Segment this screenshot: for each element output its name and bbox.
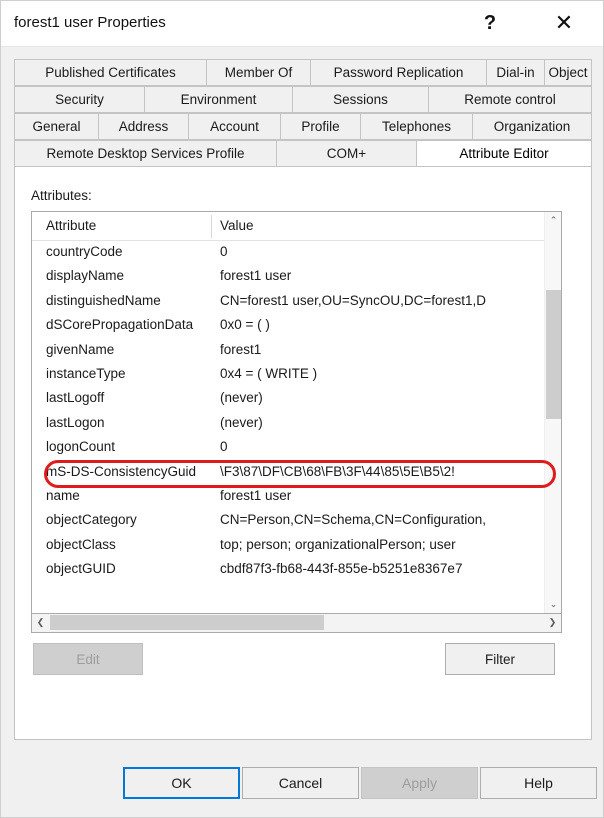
- table-row[interactable]: logonCount 0: [32, 436, 561, 460]
- tab-row: Published Certificates Member Of Password …: [14, 59, 592, 86]
- tab-com[interactable]: COM+: [276, 140, 416, 167]
- attribute-value-cell: 0x0 = ( ): [220, 317, 270, 333]
- tab-password-replication[interactable]: Password Replication: [310, 59, 486, 86]
- properties-dialog: forest1 user Properties ? ✕ Published Ce…: [0, 0, 604, 818]
- edit-button: Edit: [33, 643, 143, 675]
- attribute-value-cell: CN=forest1 user,OU=SyncOU,DC=forest1,D: [220, 292, 486, 308]
- dialog-footer: OK Cancel Apply Help: [1, 753, 603, 817]
- cancel-button[interactable]: Cancel: [242, 767, 359, 799]
- attribute-name-cell: objectCategory: [46, 512, 137, 528]
- tab-telephones[interactable]: Telephones: [360, 113, 472, 140]
- tab-environment[interactable]: Environment: [144, 86, 292, 113]
- vertical-scrollbar[interactable]: ⌃ ⌄: [544, 212, 561, 613]
- attribute-value-cell: forest1 user: [220, 487, 292, 503]
- attribute-value-cell: forest1 user: [220, 268, 292, 284]
- attribute-value-cell: 0x4 = ( WRITE ): [220, 365, 318, 381]
- attribute-name-cell: dSCorePropagationData: [46, 317, 194, 333]
- table-row[interactable]: name forest1 user: [32, 485, 561, 509]
- attribute-value-cell: cbdf87f3-fb68-443f-855e-b5251e8367e7: [220, 561, 463, 577]
- attribute-name-cell: objectClass: [46, 536, 116, 552]
- attribute-name-cell: lastLogon: [46, 414, 105, 430]
- tab-dial-in[interactable]: Dial-in: [486, 59, 544, 86]
- help-button[interactable]: Help: [480, 767, 597, 799]
- tab-general[interactable]: General: [14, 113, 98, 140]
- tab-row: Remote Desktop Services Profile COM+ Attri…: [14, 140, 592, 167]
- tab-attribute-editor[interactable]: Attribute Editor: [416, 140, 592, 167]
- attribute-value-cell: 0: [220, 244, 228, 259]
- help-icon[interactable]: ?: [467, 1, 513, 45]
- apply-button: Apply: [361, 767, 478, 799]
- attributes-label: Attributes:: [31, 188, 92, 203]
- attribute-value-cell: (never): [220, 414, 263, 430]
- list-rows: countryCode 0 displayName forest1 user disti…: [32, 241, 561, 582]
- ok-button[interactable]: OK: [123, 767, 240, 799]
- table-row[interactable]: distinguishedName CN=forest1 user,OU=Sync…: [32, 290, 561, 314]
- tab-security[interactable]: Security: [14, 86, 144, 113]
- tab-row: General Address Account Profile Telephones Or…: [14, 113, 592, 140]
- table-row[interactable]: objectCategory CN=Person,CN=Schema,CN=Con…: [32, 509, 561, 533]
- attributes-list[interactable]: Attribute Value countryCode 0 displayName f…: [31, 211, 562, 614]
- attribute-value-cell: (never): [220, 390, 263, 406]
- tab-organization[interactable]: Organization: [472, 113, 592, 140]
- tab-address[interactable]: Address: [98, 113, 188, 140]
- scroll-down-icon[interactable]: ⌄: [545, 596, 561, 613]
- tab-object[interactable]: Object: [544, 59, 592, 86]
- tab-member-of[interactable]: Member Of: [206, 59, 310, 86]
- attribute-name-cell: displayName: [46, 268, 125, 284]
- scroll-up-icon[interactable]: ⌃: [545, 212, 561, 229]
- list-header: Attribute Value: [32, 212, 561, 241]
- tab-sessions[interactable]: Sessions: [292, 86, 428, 113]
- table-row[interactable]: lastLogoff (never): [32, 387, 561, 411]
- column-header-value[interactable]: Value: [220, 218, 254, 233]
- title-bar: forest1 user Properties ? ✕: [1, 1, 603, 47]
- tab-remote-desktop-services-profile[interactable]: Remote Desktop Services Profile: [14, 140, 276, 167]
- table-row[interactable]: displayName forest1 user: [32, 265, 561, 289]
- attribute-value-cell: top; person; organizationalPerson; user: [220, 536, 456, 552]
- table-row[interactable]: objectGUID cbdf87f3-fb68-443f-855e-b5251e…: [32, 558, 561, 582]
- column-divider[interactable]: [211, 215, 212, 238]
- attribute-name-cell: logonCount: [46, 439, 116, 455]
- tab-strip: Published Certificates Member Of Password …: [14, 59, 592, 167]
- vertical-scroll-thumb[interactable]: [546, 290, 561, 419]
- attribute-name-cell: name: [46, 487, 80, 503]
- tab-account[interactable]: Account: [188, 113, 280, 140]
- horizontal-scrollbar[interactable]: ❮ ❯: [31, 614, 562, 633]
- attribute-editor-panel: Attributes: Attribute Value countryCode 0…: [14, 166, 592, 740]
- attribute-name-cell: countryCode: [46, 244, 123, 259]
- attribute-value-cell: 0: [220, 439, 228, 455]
- table-row[interactable]: lastLogon (never): [32, 412, 561, 436]
- tab-row: Security Environment Sessions Remote contro…: [14, 86, 592, 113]
- attribute-name-cell: distinguishedName: [46, 292, 161, 308]
- attribute-name-cell: instanceType: [46, 365, 126, 381]
- attribute-name-cell: mS-DS-ConsistencyGuid: [46, 463, 197, 479]
- attribute-name-cell: objectGUID: [46, 561, 116, 577]
- attribute-value-cell: \F3\87\DF\CB\68\FB\3F\44\85\5E\B5\2!: [220, 463, 455, 479]
- table-row[interactable]: instanceType 0x4 = ( WRITE ): [32, 363, 561, 387]
- attribute-value-cell: CN=Person,CN=Schema,CN=Configuration,: [220, 512, 486, 528]
- filter-button[interactable]: Filter: [445, 643, 555, 675]
- table-row[interactable]: objectClass top; person; organizationalPe…: [32, 534, 561, 558]
- horizontal-scroll-thumb[interactable]: [50, 615, 324, 630]
- table-row[interactable]: mS-DS-ConsistencyGuid \F3\87\DF\CB\68\FB\…: [32, 461, 561, 485]
- close-icon[interactable]: ✕: [541, 1, 587, 45]
- scroll-left-icon[interactable]: ❮: [32, 614, 49, 631]
- tab-published-certificates[interactable]: Published Certificates: [14, 59, 206, 86]
- tab-profile[interactable]: Profile: [280, 113, 360, 140]
- window-title: forest1 user Properties: [14, 14, 166, 31]
- attribute-name-cell: lastLogoff: [46, 390, 105, 406]
- table-row[interactable]: givenName forest1: [32, 339, 561, 363]
- table-row[interactable]: countryCode 0: [32, 241, 561, 265]
- attribute-value-cell: forest1: [220, 341, 262, 357]
- tab-remote-control[interactable]: Remote control: [428, 86, 592, 113]
- table-row[interactable]: dSCorePropagationData 0x0 = ( ): [32, 314, 561, 338]
- attribute-name-cell: givenName: [46, 341, 115, 357]
- scroll-right-icon[interactable]: ❯: [544, 614, 561, 631]
- column-header-attribute[interactable]: Attribute: [46, 218, 96, 233]
